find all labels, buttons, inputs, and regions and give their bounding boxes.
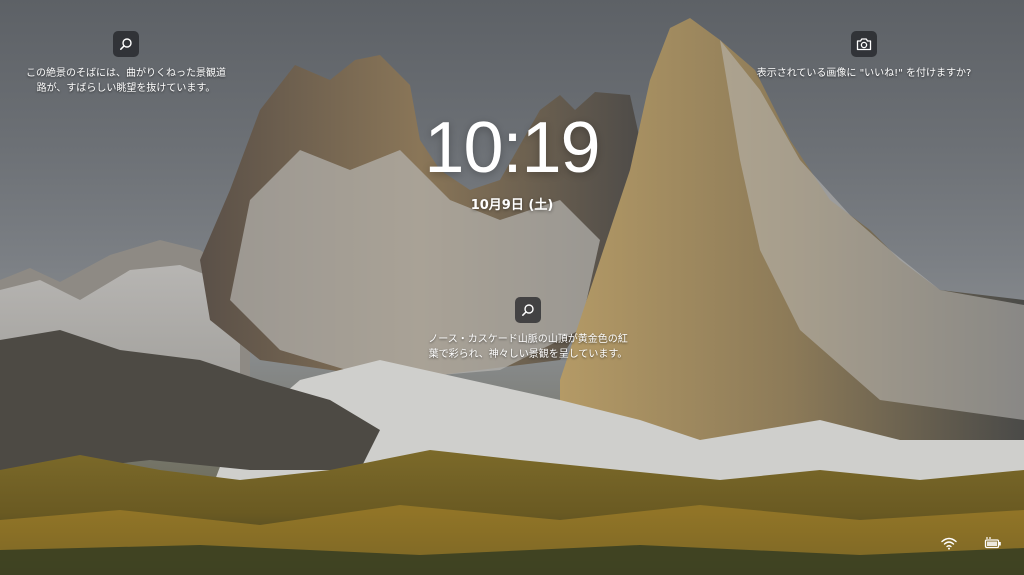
camera-icon [856, 38, 872, 51]
battery-charging-icon [984, 537, 1001, 549]
spotlight-hotspot-right[interactable]: 表示されている画像に "いいね!" を付けますか? [746, 31, 982, 81]
spotlight-center-caption: ノース・カスケード山脈の山頂が黄金色の紅 葉で彩られ、神々しい景観を呈しています… [428, 334, 628, 360]
search-icon [522, 304, 534, 316]
wifi-icon [941, 537, 957, 550]
battery-status[interactable] [984, 535, 1002, 551]
lockscreen-date: 10月9日 (土) [470, 198, 554, 213]
spotlight-center-button[interactable] [515, 297, 541, 323]
spotlight-right-caption: 表示されている画像に "いいね!" を付けますか? [756, 68, 972, 79]
spotlight-left-button[interactable] [113, 31, 139, 57]
spotlight-like-button[interactable] [851, 31, 877, 57]
spotlight-hotspot-center[interactable]: ノース・カスケード山脈の山頂が黄金色の紅 葉で彩られ、神々しい景観を呈しています… [418, 297, 638, 362]
spotlight-left-caption: この絶景のそばには、曲がりくねった景観道 路が、すばらしい眺望を抜けています。 [26, 68, 226, 94]
search-icon [120, 38, 132, 50]
lockscreen-time: 10:19 [424, 108, 600, 188]
spotlight-hotspot-left[interactable]: この絶景のそばには、曲がりくねった景観道 路が、すばらしい眺望を抜けています。 [20, 31, 232, 96]
network-status[interactable] [940, 535, 958, 551]
